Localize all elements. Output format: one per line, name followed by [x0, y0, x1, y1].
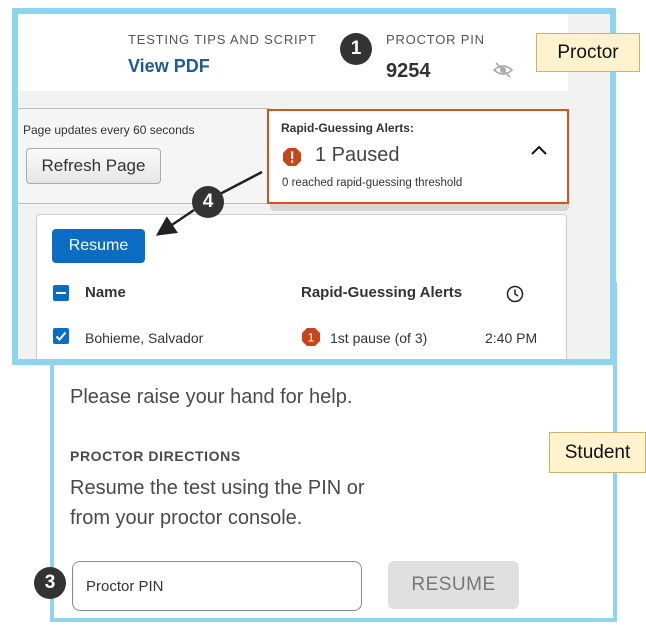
- view-pdf-link[interactable]: View PDF: [128, 56, 210, 77]
- alert-count-icon: 1: [302, 328, 320, 346]
- callout-4-badge: 4: [192, 186, 224, 218]
- student-role-label: Student: [549, 432, 646, 473]
- refresh-interval-note: Page updates every 60 seconds: [23, 123, 195, 137]
- proctor-pin-input[interactable]: [72, 561, 362, 611]
- paused-count: 1 Paused: [315, 144, 400, 166]
- row-checkbox[interactable]: [53, 328, 69, 344]
- student-name: Bohieme, Salvador: [85, 330, 204, 346]
- checkmark-icon: [55, 331, 67, 341]
- student-table: Resume Name Rapid-Guessing Alerts Bohiem…: [36, 214, 567, 359]
- proctor-role-label: Proctor: [536, 33, 640, 72]
- alerts-title: Rapid-Guessing Alerts:: [281, 121, 414, 135]
- pause-status: 1st pause (of 3): [330, 330, 428, 346]
- proctor-directions-text: Resume the test using the PIN or from yo…: [70, 477, 365, 529]
- callout-3-badge: 3: [34, 567, 66, 599]
- column-header-alerts[interactable]: Rapid-Guessing Alerts: [301, 284, 462, 301]
- proctor-panel: TESTING TIPS AND SCRIPT View PDF PROCTOR…: [12, 8, 616, 365]
- svg-text:1: 1: [308, 331, 315, 345]
- pause-time: 2:40 PM: [485, 330, 538, 346]
- column-header-name[interactable]: Name: [85, 284, 126, 301]
- testing-tips-label: TESTING TIPS AND SCRIPT: [128, 32, 317, 47]
- select-all-checkbox[interactable]: [53, 285, 69, 301]
- callout-1-badge: 1: [340, 33, 372, 65]
- student-resume-button[interactable]: RESUME: [388, 561, 519, 609]
- proctor-header: TESTING TIPS AND SCRIPT View PDF PROCTOR…: [18, 14, 568, 91]
- refresh-panel: Page updates every 60 seconds Refresh Pa…: [18, 108, 272, 204]
- refresh-page-button[interactable]: Refresh Page: [26, 148, 161, 184]
- proctor-pin-value: 9254: [386, 60, 431, 82]
- proctor-directions-heading: PROCTOR DIRECTIONS: [70, 448, 241, 464]
- student-help-message: Please raise your hand for help.: [70, 386, 353, 408]
- rapid-guessing-alerts-card[interactable]: Rapid-Guessing Alerts: 1 Paused 0 reache…: [267, 109, 569, 204]
- chevron-up-icon[interactable]: [530, 144, 548, 156]
- proctor-pin-label: PROCTOR PIN: [386, 32, 485, 47]
- resume-button[interactable]: Resume: [52, 229, 145, 263]
- alert-icon: [283, 148, 301, 166]
- eye-off-icon[interactable]: [492, 61, 514, 79]
- threshold-note: 0 reached rapid-guessing threshold: [282, 177, 463, 189]
- clock-icon: [506, 285, 524, 303]
